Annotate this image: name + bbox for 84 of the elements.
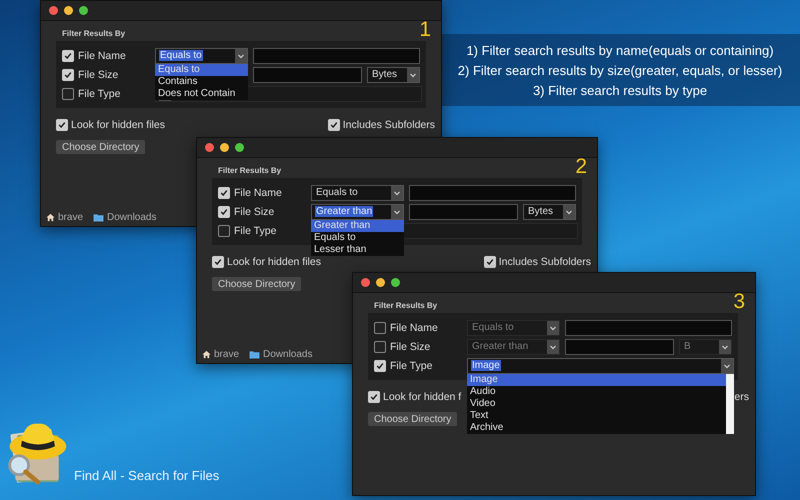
dropdown[interactable]: Equals to [467, 320, 560, 336]
checkbox-label: File Type [78, 88, 122, 100]
input-field[interactable] [565, 320, 732, 336]
menu-option[interactable]: Equals to [311, 232, 404, 244]
minimize-button[interactable] [376, 278, 385, 287]
checkbox-label: ers [734, 390, 749, 402]
input-field[interactable] [409, 184, 576, 200]
close-button[interactable] [361, 278, 370, 287]
checkbox[interactable] [218, 206, 230, 218]
path-item[interactable]: brave [214, 349, 240, 360]
dropdown[interactable]: Equals to [155, 48, 248, 64]
checkbox[interactable] [62, 88, 74, 100]
step-number: 1 [419, 19, 431, 40]
menu-option[interactable]: Text [467, 410, 726, 422]
checkbox[interactable] [56, 118, 68, 130]
checkbox[interactable] [218, 186, 230, 198]
checkbox-label: File Size [234, 206, 276, 218]
minimize-button[interactable] [64, 6, 73, 15]
checkbox[interactable] [374, 340, 386, 352]
checkbox[interactable] [484, 256, 496, 268]
house-icon [46, 213, 55, 222]
menu-option[interactable]: Video [467, 398, 726, 410]
unit-dropdown[interactable]: Bytes [367, 66, 420, 82]
checkbox[interactable] [328, 118, 340, 130]
minimize-button[interactable] [220, 143, 229, 152]
zoom-button[interactable] [391, 278, 400, 287]
input-field[interactable] [253, 66, 362, 82]
section-label: Filter Results By [374, 301, 438, 310]
app-name: Find All - Search for Files [74, 468, 220, 483]
folder-icon [249, 350, 260, 359]
input-field[interactable] [565, 338, 674, 354]
checkbox[interactable] [374, 360, 386, 372]
checkbox-label: File Name [234, 186, 283, 198]
input-field[interactable] [253, 48, 420, 64]
caption-line: 3) Filter search results by type [532, 82, 708, 98]
input-field[interactable] [409, 204, 518, 220]
checkbox-label: File Size [390, 340, 432, 352]
folder-icon [93, 213, 104, 222]
caption-line: 2) Filter search results by size(greater, equals, or lesser) [458, 62, 782, 78]
step-number: 2 [575, 156, 587, 177]
dropdown[interactable]: Greater than [467, 338, 560, 354]
checkbox-label: Look for hidden files [227, 256, 321, 268]
path-item[interactable]: Downloads [263, 349, 312, 360]
checkbox-label: Look for hidden f [383, 390, 462, 402]
checkbox-label: File Type [390, 360, 434, 372]
house-icon [202, 350, 211, 359]
close-button[interactable] [49, 6, 58, 15]
menu-option[interactable]: Greater than [311, 220, 404, 232]
caption-line: 1) Filter search results by name(equals or containing) [466, 42, 774, 58]
unit-dropdown[interactable]: B [679, 338, 732, 354]
checkbox[interactable] [368, 390, 380, 402]
choose-directory-button[interactable]: Choose Directory [368, 412, 458, 426]
checkbox[interactable] [218, 224, 230, 236]
section-label: Filter Results By [218, 166, 282, 175]
menu-option[interactable]: Equals to [155, 64, 248, 76]
path-item[interactable]: Downloads [107, 212, 156, 223]
checkbox-label: File Type [234, 224, 278, 236]
checkbox-label: Includes Subfolders [342, 118, 435, 130]
dropdown[interactable]: Greater than [311, 204, 404, 220]
dropdown[interactable]: Image [467, 358, 734, 374]
checkbox[interactable] [62, 50, 74, 62]
path-item[interactable]: brave [58, 212, 84, 223]
checkbox[interactable] [62, 68, 74, 80]
checkbox-label: File Name [390, 322, 439, 334]
checkbox-label: Includes Subfolders [498, 256, 591, 268]
menu-option[interactable]: Image [467, 374, 726, 386]
zoom-button[interactable] [235, 143, 244, 152]
checkbox[interactable] [374, 322, 386, 334]
step-number: 3 [733, 291, 745, 312]
checkbox-label: File Name [78, 50, 127, 62]
section-label: Filter Results By [62, 29, 126, 38]
choose-directory-button[interactable]: Choose Directory [212, 277, 302, 291]
unit-dropdown[interactable]: Bytes [523, 204, 576, 220]
checkbox[interactable] [212, 256, 224, 268]
checkbox-label: Look for hidden files [71, 118, 165, 130]
menu-option[interactable]: Lesser than [311, 244, 404, 256]
menu-option[interactable]: Contains [155, 76, 248, 88]
menu-option[interactable]: Archive [467, 422, 726, 434]
choose-directory-button[interactable]: Choose Directory [56, 140, 146, 154]
menu-option[interactable]: Audio [467, 386, 726, 398]
checkbox-label: File Size [78, 68, 120, 80]
dropdown[interactable]: Equals to [311, 184, 404, 200]
close-button[interactable] [205, 143, 214, 152]
zoom-button[interactable] [79, 6, 88, 15]
